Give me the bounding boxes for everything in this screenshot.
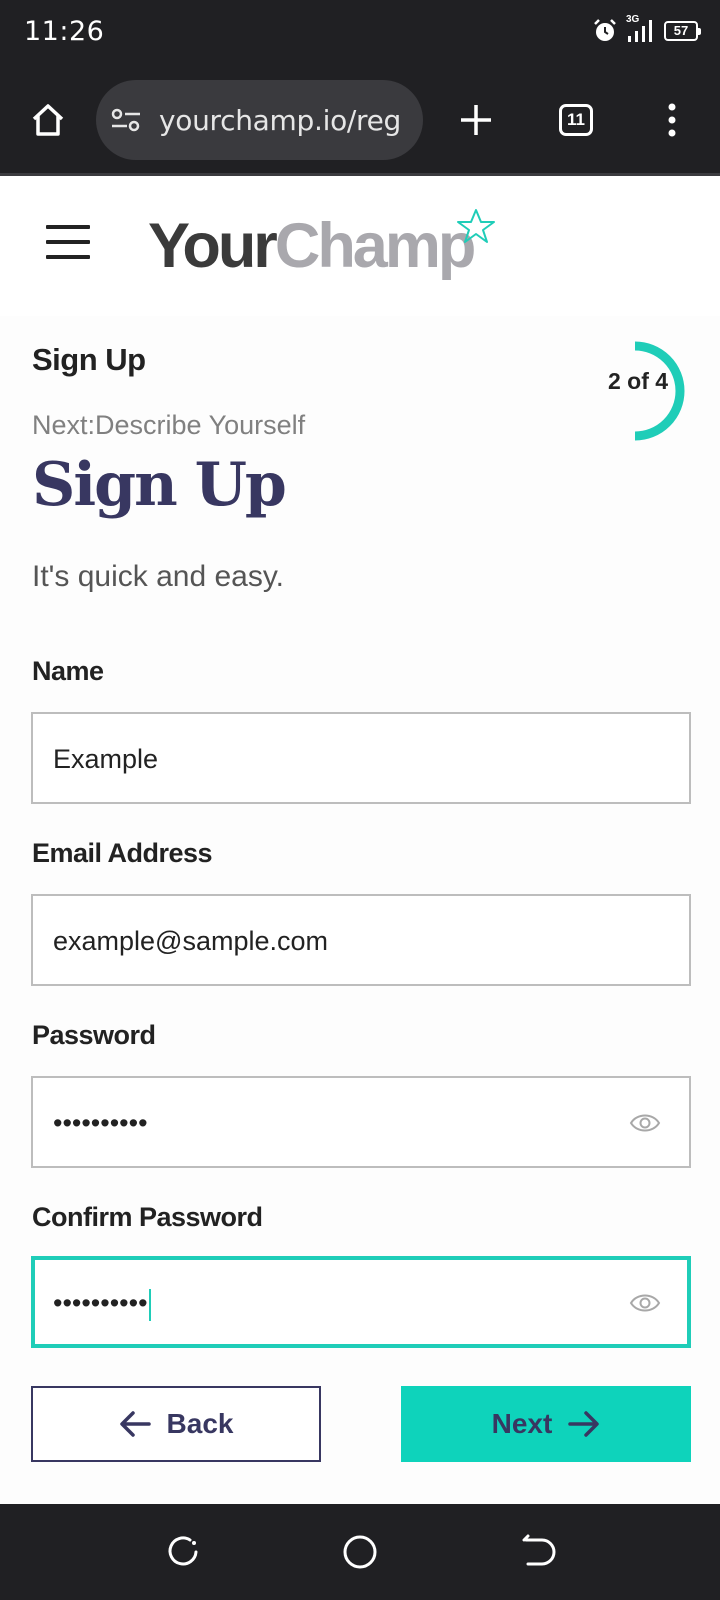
status-time: 11:26 bbox=[24, 16, 105, 47]
arrow-left-icon bbox=[119, 1411, 151, 1437]
page-title: Sign Up bbox=[32, 450, 287, 520]
more-menu-icon bbox=[668, 103, 676, 137]
home-nav-icon[interactable] bbox=[340, 1532, 380, 1572]
signup-form-container: Sign Up Next:Describe Yourself 2 of 4 Si… bbox=[0, 316, 720, 1504]
password-label: Password bbox=[32, 1020, 156, 1050]
page-subtitle: It's quick and easy. bbox=[32, 560, 284, 593]
show-password-icon[interactable] bbox=[629, 1110, 661, 1136]
signal-icon: 3G bbox=[626, 14, 656, 44]
star-icon bbox=[457, 209, 495, 243]
next-button[interactable]: Next bbox=[401, 1386, 691, 1462]
next-step-label: Next:Describe Yourself bbox=[32, 410, 306, 440]
tab-switcher-button[interactable]: 11 bbox=[544, 88, 608, 152]
password-field[interactable]: •••••••••• bbox=[31, 1076, 691, 1168]
browser-toolbar: yourchamp.io/reg 11 bbox=[0, 66, 720, 176]
step-title: Sign Up bbox=[32, 342, 146, 377]
tab-switcher-icon: 11 bbox=[559, 104, 593, 136]
more-menu-button[interactable] bbox=[640, 88, 704, 152]
back-button-label: Back bbox=[166, 1408, 234, 1439]
password-value: •••••••••• bbox=[53, 1108, 148, 1138]
new-tab-icon bbox=[461, 105, 491, 135]
site-settings-icon[interactable] bbox=[110, 106, 142, 134]
confirm-password-label: Confirm Password bbox=[32, 1202, 263, 1232]
status-bar: 11:26 3G 57 bbox=[0, 0, 720, 66]
email-field[interactable]: example@sample.com bbox=[31, 894, 691, 986]
name-value: Example bbox=[53, 744, 159, 774]
confirm-password-field[interactable]: •••••••••• bbox=[31, 1256, 691, 1348]
recent-apps-icon[interactable] bbox=[164, 1532, 204, 1572]
logo-text-champ: Champ bbox=[274, 211, 477, 281]
battery-icon: 57 bbox=[664, 21, 701, 41]
email-value: example@sample.com bbox=[53, 926, 329, 956]
arrow-right-icon bbox=[568, 1411, 600, 1437]
home-button[interactable] bbox=[16, 88, 80, 152]
name-field[interactable]: Example bbox=[31, 712, 691, 804]
name-label: Name bbox=[32, 656, 104, 686]
show-confirm-password-icon[interactable] bbox=[629, 1290, 661, 1316]
logo[interactable]: YourChamp bbox=[148, 210, 477, 282]
new-tab-button[interactable] bbox=[444, 88, 508, 152]
confirm-password-value: •••••••••• bbox=[53, 1288, 151, 1321]
menu-icon[interactable] bbox=[44, 222, 92, 262]
email-label: Email Address bbox=[32, 838, 213, 868]
step-progress-label: 2 of 4 bbox=[608, 368, 669, 394]
home-icon bbox=[32, 104, 64, 136]
text-cursor bbox=[148, 1288, 151, 1321]
site-header: YourChamp bbox=[0, 176, 720, 316]
url-text: yourchamp.io/reg bbox=[159, 104, 402, 137]
address-bar[interactable]: yourchamp.io/reg bbox=[96, 80, 423, 160]
next-button-label: Next bbox=[491, 1408, 553, 1439]
alarm-icon bbox=[594, 19, 616, 41]
back-nav-icon[interactable] bbox=[516, 1532, 556, 1572]
system-nav-bar bbox=[0, 1504, 720, 1600]
back-button[interactable]: Back bbox=[31, 1386, 321, 1462]
logo-text-your: Your bbox=[148, 211, 278, 281]
status-icons: 3G 57 bbox=[592, 14, 701, 44]
